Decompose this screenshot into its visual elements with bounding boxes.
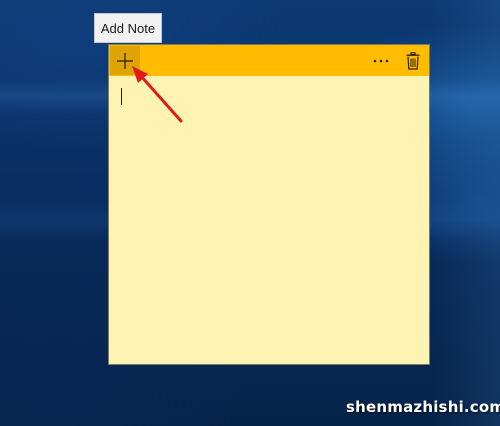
- tooltip-label: Add Note: [100, 20, 156, 36]
- more-dots-icon: [373, 59, 389, 62]
- add-note-tooltip: Add Note: [94, 13, 162, 43]
- watermark: shenmazhishi.com: [346, 398, 500, 416]
- delete-note-button[interactable]: [399, 45, 427, 76]
- note-text-area[interactable]: [109, 76, 429, 364]
- sticky-note-header: [109, 45, 429, 76]
- trash-icon: [406, 51, 420, 70]
- plus-icon: [117, 52, 133, 69]
- add-note-button[interactable]: [110, 46, 140, 75]
- text-caret: [121, 88, 122, 105]
- menu-button[interactable]: [367, 45, 395, 76]
- sticky-note-window: [108, 44, 430, 365]
- desktop-light-glow: [430, 0, 500, 426]
